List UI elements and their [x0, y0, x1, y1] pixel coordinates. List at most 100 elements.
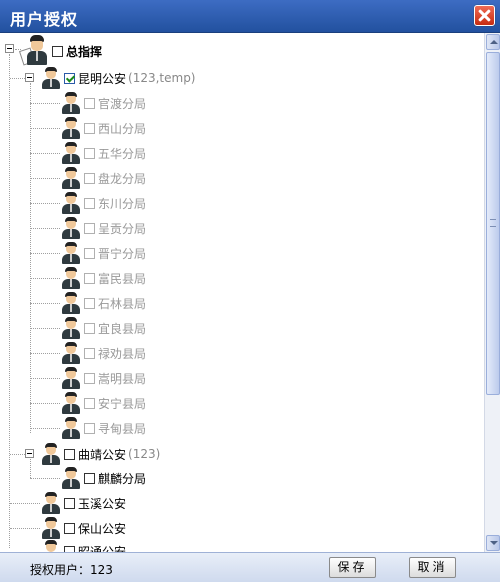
title-bar: 用户授权 — [0, 0, 500, 33]
group-checkbox[interactable] — [64, 448, 75, 460]
leaf-checkbox[interactable] — [84, 397, 95, 409]
tree-leaf-row[interactable]: 宜良县局 — [60, 316, 146, 340]
leaf-label: 寻甸县局 — [98, 421, 147, 436]
group-checkbox[interactable] — [64, 497, 75, 509]
police-user-icon — [60, 91, 82, 115]
user-tree: 总指挥 昆明公安 (123,temp) 官渡分局 西山分局 五华分局 盘龙分局 … — [0, 33, 483, 552]
group-count: (123) — [128, 447, 161, 461]
leaf-checkbox[interactable] — [84, 247, 95, 259]
leaf-label: 石林县局 — [98, 296, 147, 311]
tree-leaf-row[interactable]: 富民县局 — [60, 266, 146, 290]
leaf-checkbox[interactable] — [84, 297, 95, 309]
police-user-icon — [60, 291, 82, 315]
leaf-checkbox[interactable] — [84, 172, 95, 184]
police-user-icon — [60, 341, 82, 365]
police-user-icon — [40, 491, 62, 515]
scroll-down-icon[interactable] — [486, 535, 500, 551]
footer-bar: 授权用户：123 保存 取消 — [0, 552, 500, 582]
leaf-label: 麒麟分局 — [98, 471, 147, 486]
leaf-checkbox[interactable] — [84, 372, 95, 384]
leaf-checkbox[interactable] — [84, 422, 95, 434]
group-checkbox[interactable] — [64, 522, 75, 534]
group-label: 保山公安 — [78, 521, 127, 536]
group-label: 玉溪公安 — [78, 496, 127, 511]
police-user-icon — [60, 241, 82, 265]
leaf-label: 呈贡分局 — [98, 221, 147, 236]
leaf-label: 官渡分局 — [98, 96, 147, 111]
root-checkbox[interactable] — [52, 45, 63, 57]
window-title: 用户授权 — [10, 10, 79, 29]
leaf-label: 嵩明县局 — [98, 371, 147, 386]
close-icon[interactable] — [474, 5, 495, 26]
scroll-thumb[interactable] — [486, 52, 500, 395]
tree-leaf-row[interactable]: 晋宁分局 — [60, 241, 146, 265]
leaf-checkbox[interactable] — [84, 147, 95, 159]
tree-leaf-row[interactable]: 禄劝县局 — [60, 341, 146, 365]
police-user-icon — [60, 166, 82, 190]
tree-leaf-row[interactable]: 东川分局 — [60, 191, 146, 215]
tree-leaf-row[interactable]: 嵩明县局 — [60, 366, 146, 390]
leaf-checkbox[interactable] — [84, 272, 95, 284]
police-user-icon — [60, 366, 82, 390]
group-checkbox[interactable] — [64, 72, 75, 84]
police-user-icon — [60, 266, 82, 290]
leaf-label: 五华分局 — [98, 146, 147, 161]
leaf-label: 东川分局 — [98, 196, 147, 211]
leaf-checkbox[interactable] — [84, 322, 95, 334]
leaf-label: 宜良县局 — [98, 321, 147, 336]
leaf-label: 禄劝县局 — [98, 346, 147, 361]
authorized-users-info: 授权用户：123 — [30, 563, 113, 577]
police-user-icon — [40, 442, 62, 466]
tree-group-row[interactable]: 保山公安 — [40, 516, 126, 540]
tree-leaf-row[interactable]: 西山分局 — [60, 116, 146, 140]
police-user-icon — [40, 516, 62, 540]
root-collapse-toggle[interactable] — [5, 44, 14, 53]
leaf-label: 富民县局 — [98, 271, 147, 286]
tree-leaf-row[interactable]: 呈贡分局 — [60, 216, 146, 240]
tree-leaf-row[interactable]: 寻甸县局 — [60, 416, 146, 440]
tree-leaf-row[interactable]: 石林县局 — [60, 291, 146, 315]
leaf-checkbox[interactable] — [84, 222, 95, 234]
leaf-label: 西山分局 — [98, 121, 147, 136]
tree-group-row[interactable]: 昆明公安 (123,temp) — [40, 66, 196, 90]
tree-leaf-row[interactable]: 麒麟分局 — [60, 466, 146, 490]
commander-icon — [18, 35, 50, 67]
group-label: 昭通公安 — [78, 544, 127, 553]
group-collapse-toggle[interactable] — [25, 73, 34, 82]
tree-leaf-row[interactable]: 官渡分局 — [60, 91, 146, 115]
leaf-checkbox[interactable] — [84, 347, 95, 359]
leaf-checkbox[interactable] — [84, 197, 95, 209]
police-user-icon — [40, 66, 62, 90]
tree-group-row[interactable]: 曲靖公安 (123) — [40, 442, 160, 466]
police-user-icon — [60, 391, 82, 415]
cancel-button[interactable]: 取消 — [409, 557, 456, 578]
police-user-icon — [60, 141, 82, 165]
tree-leaf-row[interactable]: 安宁县局 — [60, 391, 146, 415]
tree-leaf-row[interactable]: 五华分局 — [60, 141, 146, 165]
leaf-label: 安宁县局 — [98, 396, 147, 411]
police-user-icon — [60, 116, 82, 140]
group-label: 昆明公安 — [78, 71, 127, 86]
root-label: 总指挥 — [66, 44, 103, 59]
save-button[interactable]: 保存 — [329, 557, 376, 578]
group-count: (123,temp) — [128, 71, 196, 85]
leaf-checkbox[interactable] — [84, 472, 95, 484]
leaf-checkbox[interactable] — [84, 122, 95, 134]
police-user-icon — [60, 191, 82, 215]
tree-group-row[interactable]: 玉溪公安 — [40, 491, 126, 515]
police-user-icon — [60, 316, 82, 340]
group-label: 曲靖公安 — [78, 447, 127, 462]
scroll-up-icon[interactable] — [486, 34, 500, 50]
leaf-label: 晋宁分局 — [98, 246, 147, 261]
police-user-icon — [40, 539, 62, 552]
group-collapse-toggle[interactable] — [25, 449, 34, 458]
vertical-scrollbar[interactable] — [484, 33, 500, 552]
police-user-icon — [60, 466, 82, 490]
police-user-icon — [60, 216, 82, 240]
tree-leaf-row[interactable]: 盘龙分局 — [60, 166, 146, 190]
police-user-icon — [60, 416, 82, 440]
leaf-checkbox[interactable] — [84, 97, 95, 109]
tree-root-row[interactable]: 总指挥 — [18, 35, 103, 67]
tree-group-row[interactable]: 昭通公安 — [40, 539, 126, 552]
leaf-label: 盘龙分局 — [98, 171, 147, 186]
